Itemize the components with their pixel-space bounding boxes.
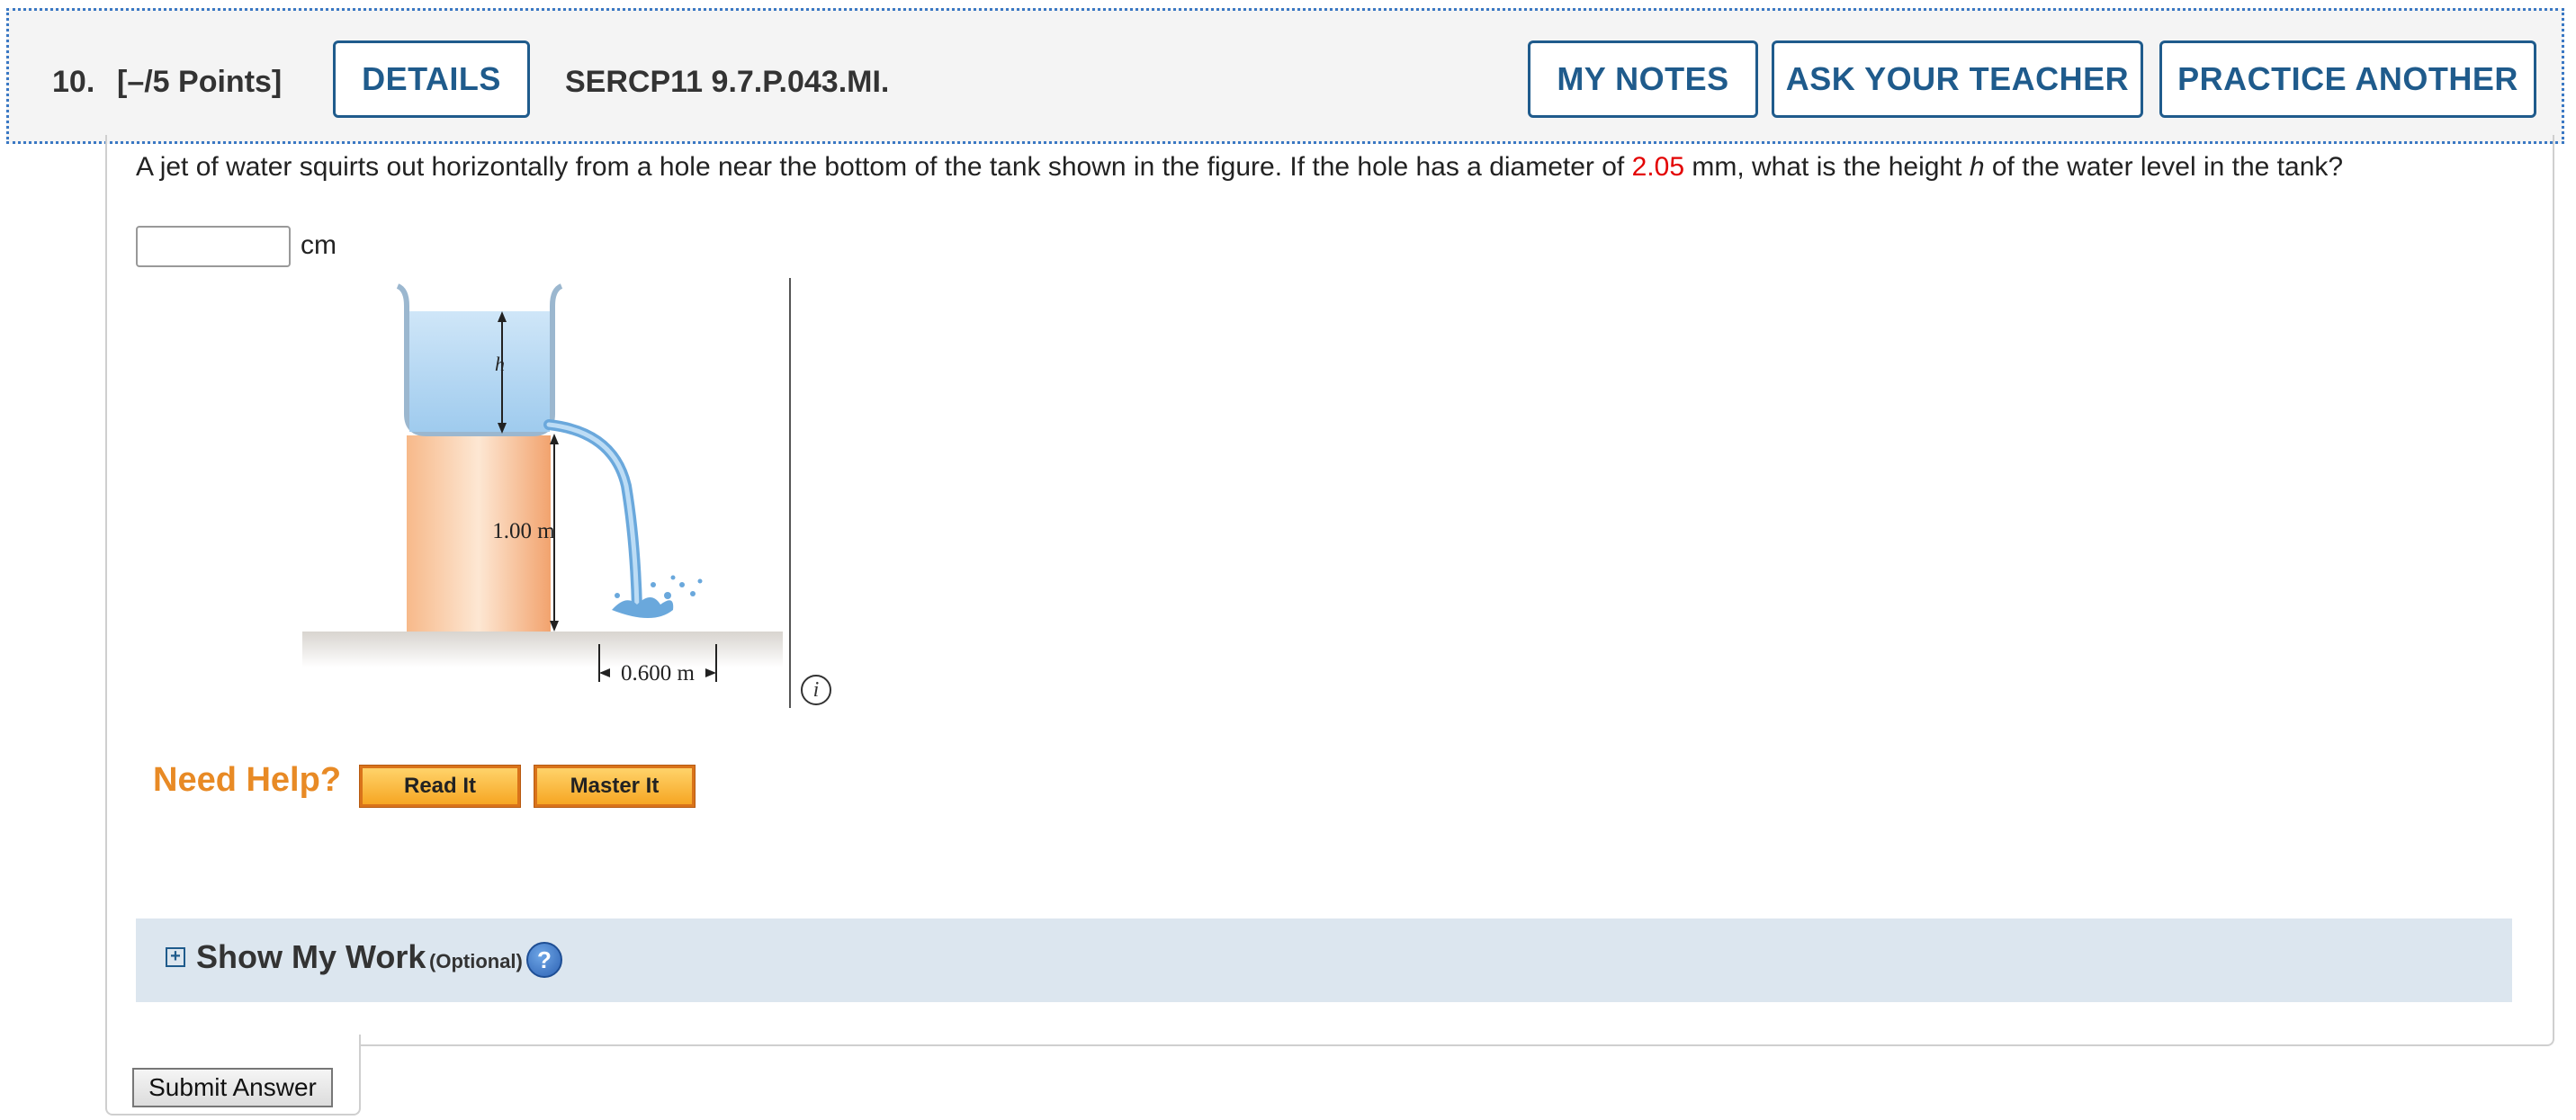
- info-icon[interactable]: i: [801, 675, 831, 705]
- master-it-button[interactable]: Master It: [534, 765, 696, 808]
- tank-figure: h 1.00 m 0.600 m: [302, 283, 783, 685]
- label-h: h: [495, 353, 505, 375]
- need-help-label: Need Help?: [153, 761, 342, 799]
- read-it-button[interactable]: Read It: [359, 765, 521, 808]
- question-text: A jet of water squirts out horizontally …: [136, 152, 2344, 182]
- question-points: [–/5 Points]: [117, 65, 283, 99]
- diameter-value: 2.05: [1631, 152, 1684, 182]
- question-code: SERCP11 9.7.P.043.MI.: [565, 65, 890, 99]
- answer-input[interactable]: [136, 226, 291, 267]
- label-height: 1.00 m: [492, 519, 555, 543]
- label-distance: 0.600 m: [621, 661, 696, 685]
- show-my-work-panel[interactable]: + Show My Work (Optional) ?: [136, 918, 2512, 1002]
- my-notes-button[interactable]: MY NOTES: [1528, 40, 1758, 118]
- expand-icon[interactable]: +: [166, 947, 185, 967]
- answer-unit: cm: [301, 230, 337, 260]
- ask-your-teacher-button[interactable]: ASK YOUR TEACHER: [1772, 40, 2143, 118]
- question-number: 10.: [52, 65, 95, 99]
- show-my-work-title: Show My Work: [196, 938, 426, 975]
- optional-label: (Optional): [429, 950, 523, 972]
- question-header: 10. [–/5 Points] DETAILS SERCP11 9.7.P.0…: [6, 8, 2564, 144]
- submit-answer-button[interactable]: Submit Answer: [132, 1068, 333, 1107]
- help-question-icon[interactable]: ?: [526, 942, 562, 978]
- practice-another-button[interactable]: PRACTICE ANOTHER: [2159, 40, 2536, 118]
- details-button[interactable]: DETAILS: [333, 40, 530, 118]
- figure-divider: [789, 278, 791, 708]
